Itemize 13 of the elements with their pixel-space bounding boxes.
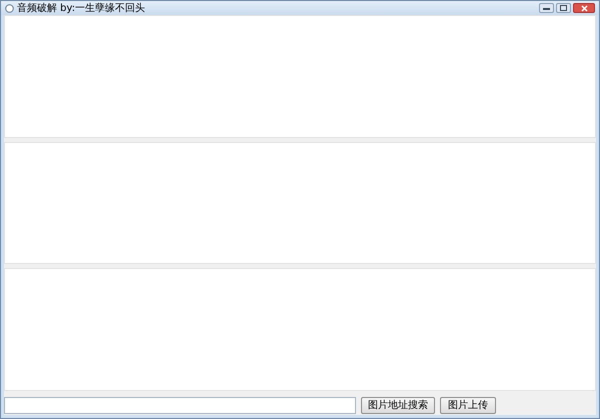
address-field[interactable] bbox=[4, 396, 356, 414]
minimize-icon bbox=[543, 6, 550, 10]
maximize-button[interactable] bbox=[556, 3, 571, 13]
close-icon bbox=[580, 4, 588, 12]
minimize-button[interactable] bbox=[539, 3, 554, 13]
text-area[interactable] bbox=[4, 142, 596, 264]
text-area[interactable] bbox=[4, 268, 596, 392]
maximize-icon bbox=[560, 5, 567, 11]
action-button[interactable]: 图片地址搜索 bbox=[361, 396, 435, 414]
close-button[interactable] bbox=[573, 3, 595, 13]
action-button[interactable]: 图片上传 bbox=[440, 396, 496, 414]
window-title: 音频破解 by:一生孽缘不回头 bbox=[17, 2, 146, 15]
app-icon bbox=[5, 4, 14, 12]
